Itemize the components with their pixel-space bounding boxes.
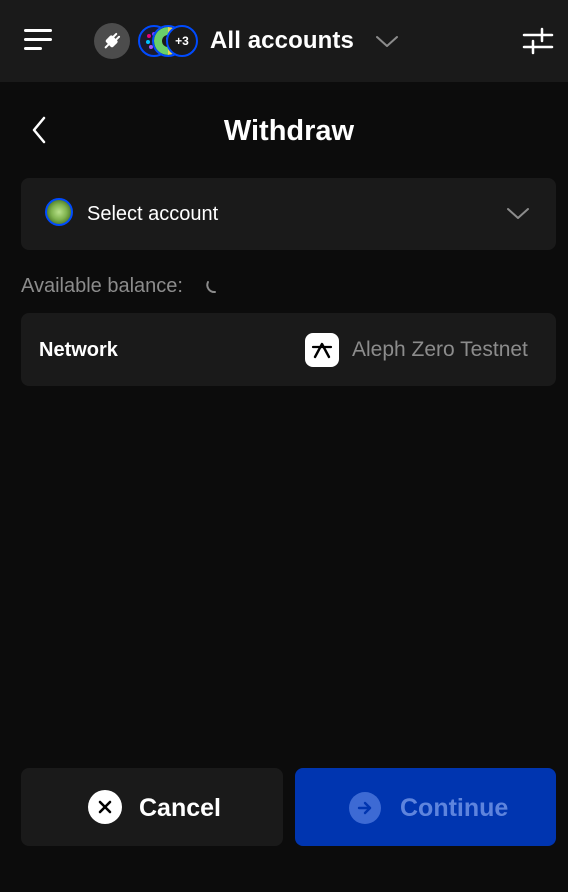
select-account-label: Select account [87,203,219,225]
account-switcher-title[interactable]: All accounts [210,25,354,57]
chevron-down-icon[interactable] [375,31,399,51]
page-title: Withdraw [223,115,355,147]
select-account-dropdown[interactable]: Select account [21,178,556,250]
cancel-button-label: Cancel [139,794,221,822]
arrow-right-circle-icon [349,792,381,824]
top-header: +3 All accounts [0,0,568,82]
spinner-icon [205,278,221,294]
continue-button[interactable]: Continue [295,768,556,846]
sliders-icon[interactable] [522,26,554,56]
aleph-zero-logo-icon [305,333,339,367]
available-balance-label: Available balance: [21,275,183,297]
network-row: Network Aleph Zero Testnet [21,313,556,386]
avatar [45,198,73,226]
network-label: Network [39,339,118,361]
plug-icon[interactable] [94,23,130,59]
x-circle-icon [88,790,122,824]
cancel-button[interactable]: Cancel [21,768,283,846]
continue-button-label: Continue [400,794,509,822]
network-name: Aleph Zero Testnet [352,338,528,361]
hamburger-menu-icon[interactable] [24,28,54,54]
account-overflow-count: +3 [166,25,198,57]
account-avatar-stack[interactable]: +3 [138,25,200,57]
chevron-down-icon [506,203,530,223]
